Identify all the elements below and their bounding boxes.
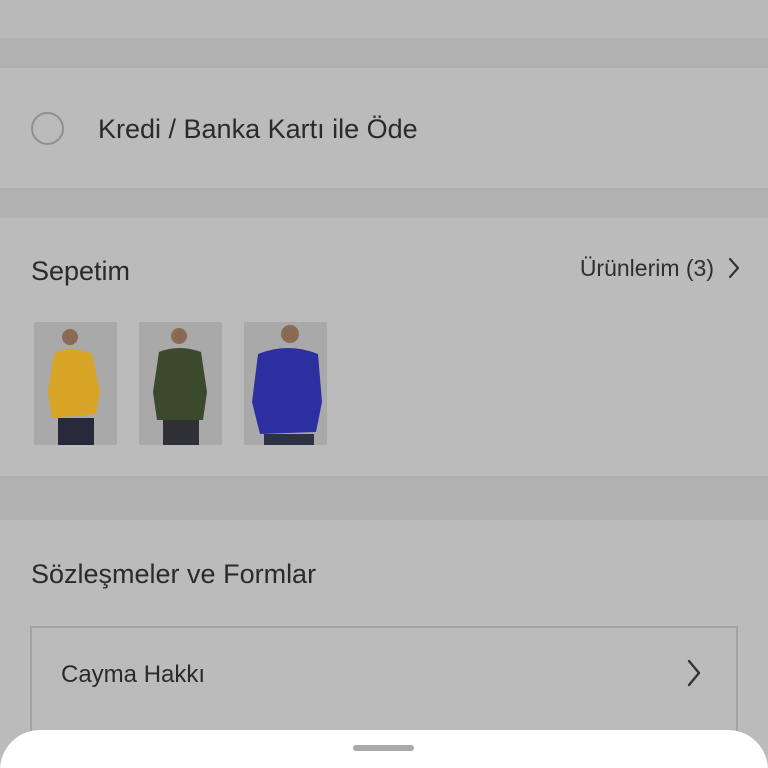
- payment-option-radio[interactable]: [31, 112, 64, 145]
- section-divider: [0, 38, 768, 68]
- chevron-right-icon: [687, 659, 701, 687]
- my-products-label: Ürünlerim (3): [579, 255, 714, 281]
- forms-title: Sözleşmeler ve Formlar: [31, 559, 317, 589]
- payment-option-label[interactable]: Kredi / Banka Kartı ile Öde: [98, 112, 418, 146]
- form-row-cayma-hakki[interactable]: Cayma Hakkı: [32, 628, 736, 724]
- cart-thumbnails: [34, 322, 327, 445]
- person-blue-sweater-icon: [244, 322, 327, 445]
- person-green-sweater-icon: [139, 322, 222, 445]
- my-products-link[interactable]: Ürünlerim (3): [580, 252, 740, 284]
- section-divider: [0, 188, 768, 218]
- bottom-sheet[interactable]: [0, 730, 768, 768]
- section-divider: [0, 476, 768, 520]
- checkout-screen: Kredi / Banka Kartı ile Öde Sepetim Ürün…: [0, 0, 768, 768]
- product-thumbnail-green-sweater[interactable]: [139, 322, 222, 445]
- product-thumbnail-yellow-sweater[interactable]: [34, 322, 117, 445]
- person-yellow-sweater-icon: [34, 322, 117, 445]
- cart-title: Sepetim: [31, 256, 131, 286]
- sheet-drag-handle[interactable]: [353, 745, 414, 751]
- form-row-label: Cayma Hakkı: [61, 661, 206, 688]
- chevron-right-icon: [728, 257, 740, 279]
- product-thumbnail-blue-sweater[interactable]: [244, 322, 327, 445]
